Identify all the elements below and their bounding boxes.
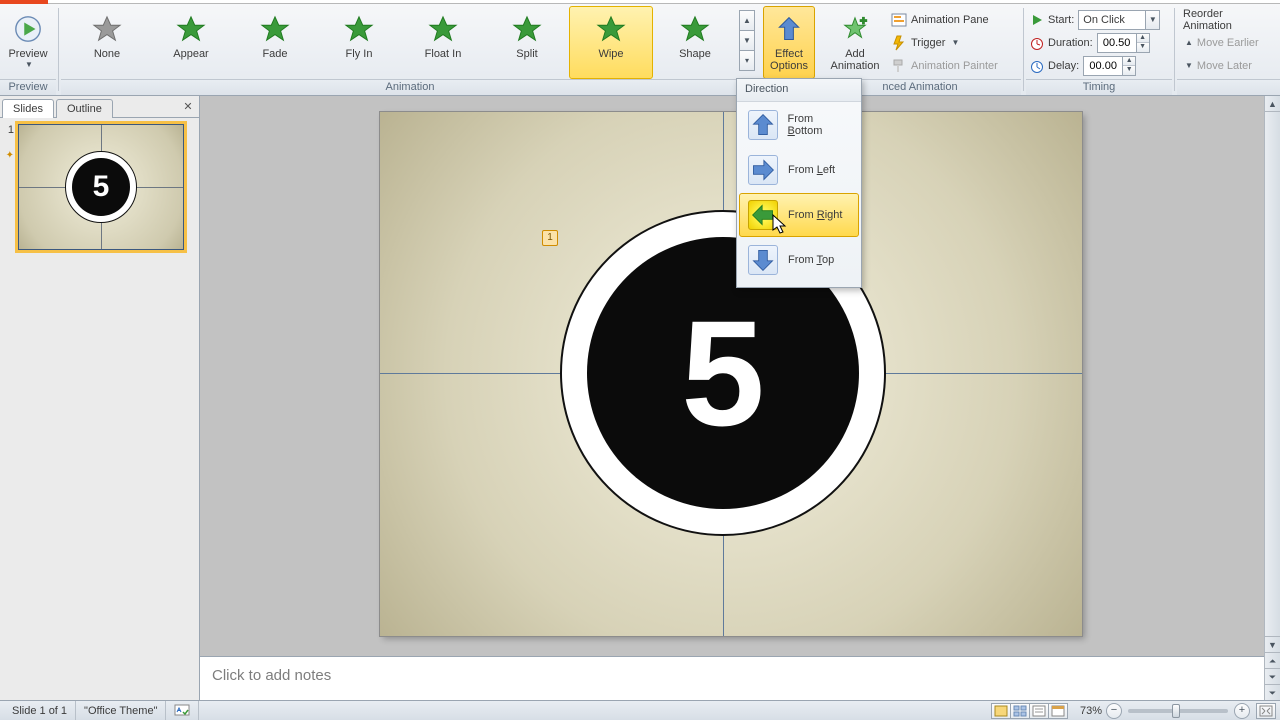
- view-sorter-button[interactable]: [1010, 703, 1030, 719]
- star-icon: [176, 11, 206, 47]
- zoom-in-button[interactable]: +: [1234, 703, 1250, 719]
- animation-split[interactable]: Split: [485, 6, 569, 79]
- view-normal-button[interactable]: [991, 703, 1011, 719]
- notes-pane[interactable]: Click to add notes: [200, 656, 1264, 700]
- animation-painter-button: Animation Painter: [891, 55, 1004, 77]
- slide[interactable]: 5 1: [380, 112, 1082, 636]
- star-icon: [596, 11, 626, 47]
- fit-to-window-button[interactable]: [1256, 703, 1276, 719]
- star-icon: [92, 11, 122, 47]
- add-animation-button[interactable]: Add Animation: [823, 6, 887, 79]
- spellcheck-button[interactable]: [166, 701, 199, 720]
- scroll-up-icon[interactable]: ▲: [1265, 96, 1280, 112]
- view-slideshow-button[interactable]: [1048, 703, 1068, 719]
- start-label: Start:: [1048, 14, 1074, 26]
- spellcheck-icon: [174, 704, 190, 718]
- arrow-icon: [748, 245, 778, 275]
- effect-options-button[interactable]: Effect Options: [763, 6, 815, 79]
- countdown-thumb: 5: [72, 158, 130, 216]
- delay-label: Delay:: [1048, 60, 1079, 72]
- start-combo[interactable]: On Click▼: [1078, 10, 1160, 30]
- preview-icon: [13, 11, 43, 47]
- zoom-slider[interactable]: [1128, 709, 1228, 713]
- chevron-down-icon[interactable]: ▼: [1145, 11, 1159, 29]
- animation-pane-button[interactable]: Animation Pane: [891, 9, 1004, 31]
- arrow-icon: [748, 200, 778, 230]
- vertical-scrollbar[interactable]: ▲ ▼ ⏶ ⏷ ⏷: [1264, 96, 1280, 700]
- ribbon-group-preview: Preview: [0, 79, 56, 95]
- duration-icon: [1030, 36, 1044, 50]
- star-icon: [260, 11, 290, 47]
- duration-label: Duration:: [1048, 37, 1093, 49]
- slide-number: 1: [4, 124, 14, 136]
- next-slide-button-2[interactable]: ⏷: [1265, 684, 1280, 700]
- move-later-button: ▼Move Later: [1183, 55, 1276, 77]
- delay-icon: [1030, 59, 1044, 73]
- gallery-more[interactable]: ▾: [739, 50, 755, 71]
- animation-wipe[interactable]: Wipe: [569, 6, 653, 79]
- arrow-icon: [748, 155, 778, 185]
- direction-from-bottom[interactable]: From Bottom: [739, 103, 859, 147]
- delay-spinner[interactable]: ▲▼: [1083, 56, 1136, 76]
- status-slide: Slide 1 of 1: [4, 701, 76, 720]
- animation-none[interactable]: None: [65, 6, 149, 79]
- tab-slides[interactable]: Slides: [2, 99, 54, 118]
- menu-header-direction: Direction: [737, 79, 861, 102]
- status-bar: Slide 1 of 1 "Office Theme" 73% − +: [0, 700, 1280, 720]
- reorder-animation-label: Reorder Animation: [1183, 9, 1276, 31]
- animation-fly-in[interactable]: Fly In: [317, 6, 401, 79]
- animation-float-in[interactable]: Float In: [401, 6, 485, 79]
- gallery-scroll-up[interactable]: ▲: [739, 10, 755, 31]
- animation-indicator-icon: ✦: [4, 150, 14, 161]
- star-icon: [512, 11, 542, 47]
- add-animation-icon: [840, 11, 870, 47]
- add-animation-label: Add Animation: [831, 48, 880, 72]
- chevron-down-icon: ▼: [25, 60, 33, 69]
- ribbon-group-animation: Animation: [61, 79, 759, 95]
- arrow-down-icon: ▼: [1185, 61, 1193, 70]
- direction-from-top[interactable]: From Top: [739, 238, 859, 282]
- status-theme: "Office Theme": [76, 701, 166, 720]
- animation-appear[interactable]: Appear: [149, 6, 233, 79]
- star-icon: [344, 11, 374, 47]
- gallery-scroll-down[interactable]: ▼: [739, 30, 755, 51]
- chevron-down-icon: ▼: [951, 38, 959, 47]
- preview-button[interactable]: Preview ▼: [4, 6, 52, 79]
- star-icon: [428, 11, 458, 47]
- animation-order-tag[interactable]: 1: [542, 230, 558, 246]
- prev-slide-button[interactable]: ⏶: [1265, 652, 1280, 668]
- close-panel-button[interactable]: ✕: [180, 99, 196, 115]
- duration-spinner[interactable]: ▲▼: [1097, 33, 1150, 53]
- tab-outline[interactable]: Outline: [56, 99, 113, 118]
- ribbon: Preview ▼ Preview NoneAppearFadeFly InFl…: [0, 4, 1280, 96]
- animation-fade[interactable]: Fade: [233, 6, 317, 79]
- animation-pane-icon: [891, 12, 907, 28]
- arrow-up-icon: [775, 11, 803, 47]
- slide-thumbnail[interactable]: 5: [18, 124, 184, 250]
- arrow-up-icon: ▲: [1185, 38, 1193, 47]
- effect-options-label: Effect Options: [770, 48, 808, 72]
- play-icon: [1030, 13, 1044, 27]
- star-icon: [680, 11, 710, 47]
- arrow-icon: [748, 110, 778, 140]
- zoom-out-button[interactable]: −: [1106, 703, 1122, 719]
- painter-icon: [891, 58, 907, 74]
- preview-label: Preview: [8, 48, 47, 60]
- effect-options-menu: Direction From BottomFrom LeftFrom Right…: [736, 78, 862, 288]
- ribbon-group-timing: Timing: [1026, 79, 1172, 95]
- zoom-value: 73%: [1080, 705, 1102, 717]
- direction-from-left[interactable]: From Left: [739, 148, 859, 192]
- view-reading-button[interactable]: [1029, 703, 1049, 719]
- trigger-icon: [891, 35, 907, 51]
- trigger-button[interactable]: Trigger▼: [891, 32, 1004, 54]
- move-earlier-button: ▲Move Earlier: [1183, 32, 1276, 54]
- direction-from-right[interactable]: From Right: [739, 193, 859, 237]
- slides-panel: Slides Outline ✕ 1 ✦ 5: [0, 96, 200, 700]
- scroll-down-icon[interactable]: ▼: [1265, 636, 1280, 652]
- animation-shape[interactable]: Shape: [653, 6, 737, 79]
- next-slide-button[interactable]: ⏷: [1265, 668, 1280, 684]
